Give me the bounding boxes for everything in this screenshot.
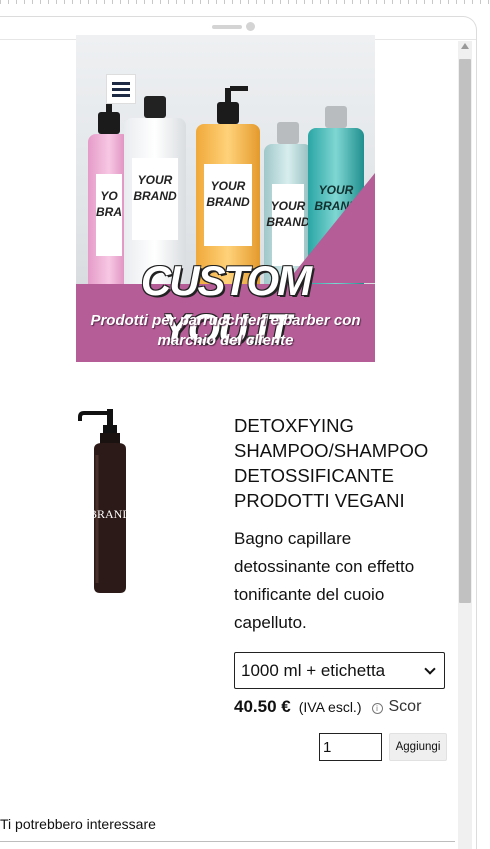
scrollbar[interactable] xyxy=(458,41,472,849)
variant-select-value: 1000 ml + etichetta xyxy=(241,660,386,680)
bottle-label: YOUR BRAND xyxy=(204,164,252,246)
related-heading: Ti potrebbero interessare xyxy=(0,816,156,832)
sheet-handle-dot xyxy=(246,22,255,31)
vat-note: (IVA escl.) xyxy=(298,699,362,715)
product-bottle-image: BRAND xyxy=(78,409,131,593)
discount-link[interactable]: Scor xyxy=(389,698,422,716)
bottle-label: YO BRA xyxy=(96,174,122,256)
product-description: Bagno capillare detossinante con effetto… xyxy=(234,529,415,632)
scroll-up-arrow-icon[interactable] xyxy=(461,43,469,49)
sheet-drag-handle[interactable] xyxy=(212,25,242,29)
chevron-down-icon xyxy=(424,662,436,675)
quantity-input[interactable] xyxy=(319,733,382,761)
related-divider xyxy=(0,841,455,842)
banner-subtitle: Prodotti per parrucchieri e barber con m… xyxy=(90,312,361,349)
top-ruler xyxy=(0,0,490,14)
bottle-label: YOUR BRAND xyxy=(132,158,178,240)
product-price: 40.50 € xyxy=(234,697,291,716)
variant-select[interactable]: 1000 ml + etichetta xyxy=(234,652,445,689)
info-icon[interactable]: i xyxy=(371,702,383,714)
product-title: DETOXFYING SHAMPOO/SHAMPOO DETOSSIFICANT… xyxy=(234,415,429,511)
hamburger-menu-icon[interactable] xyxy=(106,74,136,104)
product-image-label: BRAND xyxy=(89,507,131,521)
scrollbar-thumb[interactable] xyxy=(459,59,471,603)
price-row: 40.50 € (IVA escl.) i Scor xyxy=(234,695,449,719)
add-to-cart-button[interactable]: Aggiungi xyxy=(389,733,447,761)
